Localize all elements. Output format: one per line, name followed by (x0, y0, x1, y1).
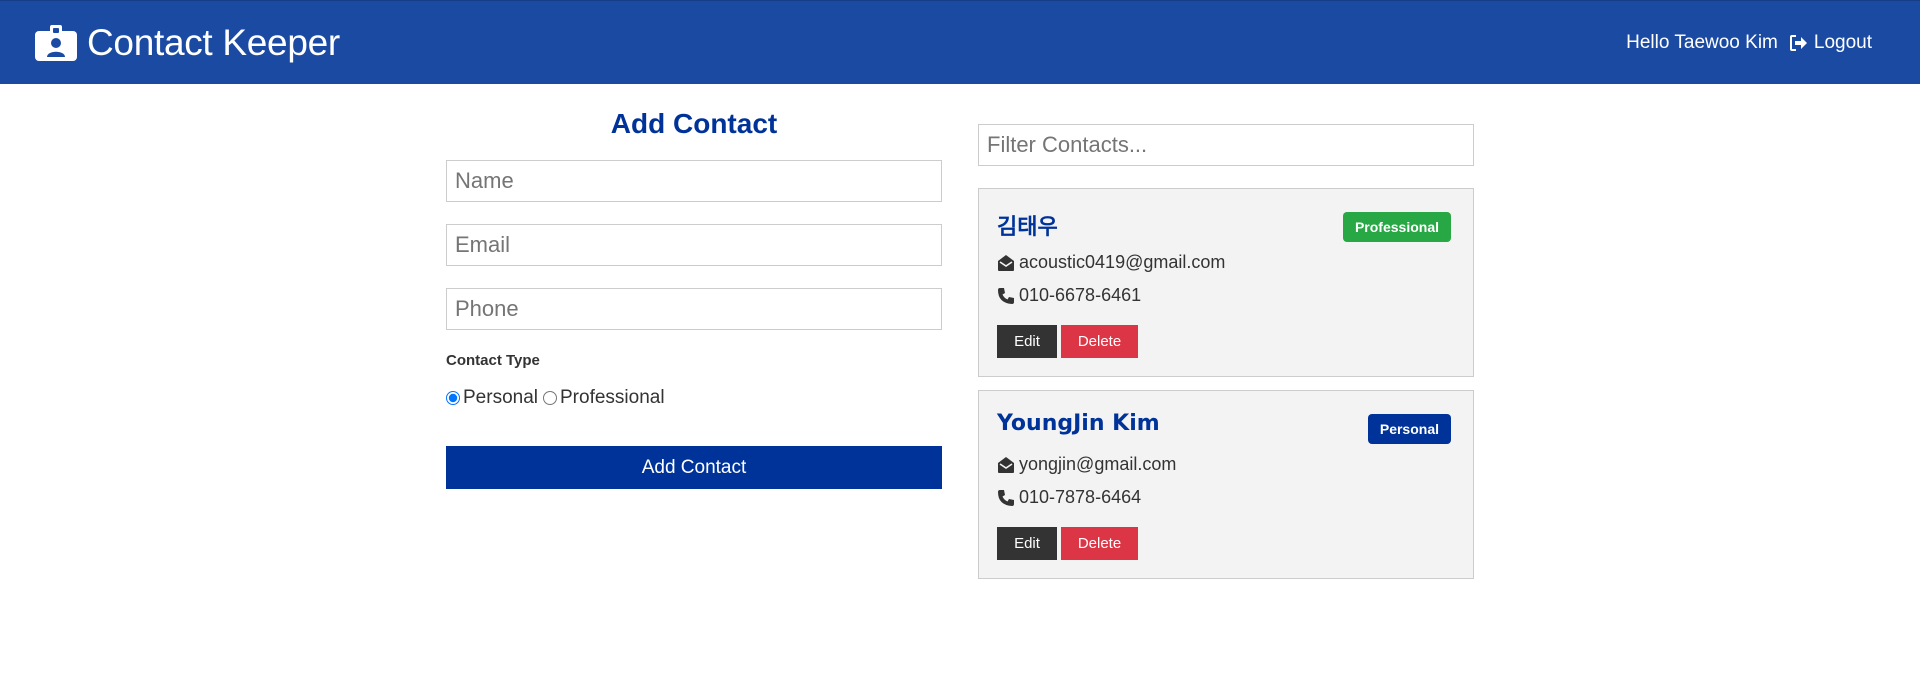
contact-name: YoungJin Kim (997, 411, 1160, 436)
phone-icon (998, 489, 1014, 506)
navbar: Contact Keeper Hello Taewoo Kim Logout (0, 0, 1920, 84)
personal-radio[interactable] (446, 391, 460, 405)
professional-radio-label[interactable]: Professional (560, 387, 665, 409)
contact-phone-row: 010-7878-6464 (997, 487, 1141, 508)
contact-phone: 010-7878-6464 (1019, 487, 1142, 507)
delete-button[interactable]: Delete (1061, 527, 1138, 560)
card-actions: Edit Delete (997, 527, 1138, 560)
contact-email-row: yongjin@gmail.com (997, 454, 1176, 475)
contact-phone-row: 010-6678-6461 (997, 285, 1141, 306)
card-actions: Edit Delete (997, 325, 1138, 358)
contact-name: 김태우 (997, 215, 1058, 240)
contacts-panel: 김태우 Professional acoustic0419@gmail.com … (978, 124, 1474, 579)
personal-radio-label[interactable]: Personal (463, 387, 538, 409)
contact-type-badge: Personal (1367, 414, 1451, 444)
contact-email: acoustic0419@gmail.com (1019, 252, 1226, 272)
email-input[interactable] (446, 224, 942, 266)
id-badge-icon (35, 24, 77, 61)
app-title: Contact Keeper (87, 21, 340, 63)
form-title: Add Contact (610, 108, 778, 139)
add-contact-form: Add Contact Contact Type Personal Profes… (446, 108, 942, 489)
edit-button[interactable]: Edit (997, 325, 1057, 358)
logout-link[interactable]: Logout (1789, 31, 1872, 54)
contact-email-row: acoustic0419@gmail.com (997, 252, 1225, 273)
name-input[interactable] (446, 160, 942, 202)
professional-radio[interactable] (543, 391, 557, 405)
brand[interactable]: Contact Keeper (35, 22, 340, 64)
filter-contacts-input[interactable] (978, 124, 1474, 166)
user-greeting: Hello Taewoo Kim (1626, 31, 1778, 53)
phone-input[interactable] (446, 288, 942, 330)
logout-label: Logout (1813, 31, 1872, 53)
contact-type-badge: Professional (1342, 212, 1451, 242)
contact-type-radio-group: Personal Professional (446, 387, 942, 409)
contact-card: YoungJin Kim Personal yongjin@gmail.com … (978, 390, 1474, 579)
add-contact-button[interactable]: Add Contact (446, 446, 942, 489)
delete-button[interactable]: Delete (1061, 325, 1138, 358)
envelope-open-icon (998, 456, 1014, 473)
envelope-open-icon (998, 254, 1014, 271)
edit-button[interactable]: Edit (997, 527, 1057, 560)
contact-type-label: Contact Type (446, 352, 540, 369)
nav-right: Hello Taewoo Kim Logout (1626, 32, 1872, 54)
phone-icon (998, 287, 1014, 304)
sign-out-icon (1789, 34, 1807, 51)
contact-phone: 010-6678-6461 (1019, 285, 1142, 305)
contact-email: yongjin@gmail.com (1019, 454, 1177, 474)
contact-card: 김태우 Professional acoustic0419@gmail.com … (978, 188, 1474, 377)
